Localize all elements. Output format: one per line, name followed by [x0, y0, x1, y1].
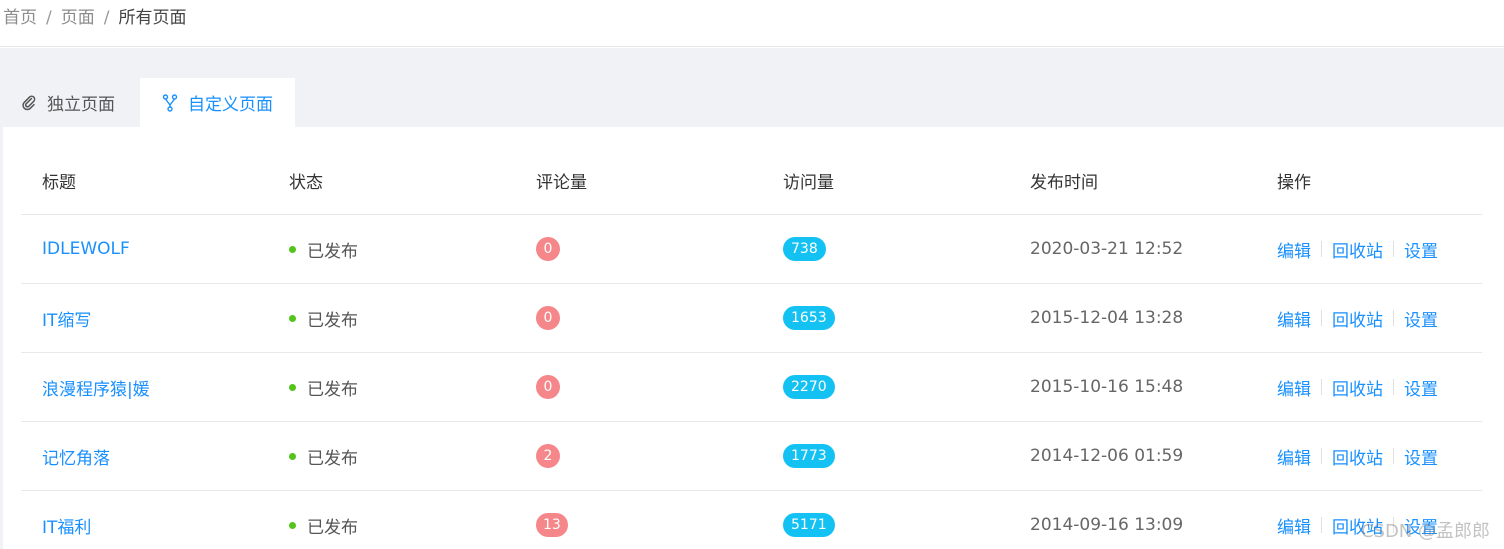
action-divider [1321, 310, 1322, 326]
table-row: 浪漫程序猿|媛 已发布 0 2270 2015-10-16 15:48 编辑 回收… [21, 353, 1482, 422]
comment-count-badge: 2 [536, 444, 560, 468]
edit-link[interactable]: 编辑 [1277, 306, 1311, 331]
tab-custom-pages[interactable]: 自定义页面 [140, 78, 295, 127]
publish-date: 2014-09-16 13:09 [1030, 515, 1184, 535]
table-row: IDLEWOLF 已发布 0 738 2020-03-21 12:52 编辑 回收… [21, 215, 1482, 284]
view-count-badge: 2270 [783, 375, 835, 399]
status-dot [289, 521, 296, 529]
view-count-badge: 5171 [783, 513, 835, 537]
header-publish-time: 发布时间 [1030, 173, 1098, 193]
tab-label: 独立页面 [47, 95, 115, 115]
page-title-link[interactable]: IT缩写 [42, 306, 91, 331]
action-divider [1393, 310, 1394, 326]
watermark: CSDN @孟郎郎 [1360, 521, 1490, 542]
table-row: 记忆角落 已发布 2 1773 2014-12-06 01:59 编辑 回收站 设置 [21, 422, 1482, 491]
status-text: 已发布 [307, 448, 358, 469]
header-actions: 操作 [1277, 173, 1311, 193]
edit-link[interactable]: 编辑 [1277, 513, 1311, 538]
pages-table: 标题 状态 评论量 访问量 发布时间 操作 IDLEWOLF 已发布 0 738… [21, 147, 1482, 549]
publish-date: 2015-12-04 13:28 [1030, 308, 1184, 328]
header-title: 标题 [42, 173, 76, 193]
paperclip-icon [22, 94, 36, 110]
status-text: 已发布 [307, 517, 358, 538]
page-title-link[interactable]: IT福利 [42, 513, 91, 538]
tab-label: 自定义页面 [188, 95, 273, 115]
status-dot [289, 452, 296, 460]
breadcrumb-current: 所有页面 [118, 8, 187, 28]
header-status: 状态 [289, 173, 323, 193]
recycle-link[interactable]: 回收站 [1332, 444, 1383, 469]
status-dot [289, 383, 296, 391]
tab-standalone-pages[interactable]: 独立页面 [21, 78, 115, 127]
breadcrumb-pages[interactable]: 页面 [61, 8, 95, 28]
breadcrumb-separator: / [46, 8, 52, 28]
page-title-link[interactable]: 浪漫程序猿|媛 [42, 375, 150, 400]
view-count-badge: 1773 [783, 444, 835, 468]
settings-link[interactable]: 设置 [1404, 375, 1438, 400]
status-text: 已发布 [307, 310, 358, 331]
publish-date: 2014-12-06 01:59 [1030, 446, 1184, 466]
action-divider [1393, 448, 1394, 464]
table-row: IT缩写 已发布 0 1653 2015-12-04 13:28 编辑 回收站 设置 [21, 284, 1482, 353]
page-title-link[interactable]: IDLEWOLF [42, 239, 130, 259]
status-dot [289, 245, 296, 253]
comment-count-badge: 0 [536, 306, 560, 330]
tab-bar: 独立页面 自定义页面 [3, 78, 1504, 127]
status-dot [289, 314, 296, 322]
action-divider [1321, 379, 1322, 395]
view-count-badge: 1653 [783, 306, 835, 330]
comment-count-badge: 0 [536, 237, 560, 261]
edit-link[interactable]: 编辑 [1277, 444, 1311, 469]
comment-count-badge: 0 [536, 375, 560, 399]
status-text: 已发布 [307, 241, 358, 262]
recycle-link[interactable]: 回收站 [1332, 375, 1383, 400]
publish-date: 2015-10-16 15:48 [1030, 377, 1184, 397]
header-views: 访问量 [783, 173, 834, 193]
publish-date: 2020-03-21 12:52 [1030, 239, 1184, 259]
branch-icon [162, 93, 178, 112]
action-divider [1321, 448, 1322, 464]
action-divider [1393, 241, 1394, 257]
recycle-link[interactable]: 回收站 [1332, 306, 1383, 331]
settings-link[interactable]: 设置 [1404, 306, 1438, 331]
page-title-link[interactable]: 记忆角落 [42, 444, 110, 469]
table-row: IT福利 已发布 13 5171 2014-09-16 13:09 编辑 回收站设… [21, 491, 1482, 549]
status-text: 已发布 [307, 379, 358, 400]
settings-link[interactable]: 设置 [1404, 444, 1438, 469]
breadcrumb-home[interactable]: 首页 [3, 8, 37, 28]
table-header: 标题 状态 评论量 访问量 发布时间 操作 [21, 147, 1482, 215]
view-count-badge: 738 [783, 237, 826, 261]
edit-link[interactable]: 编辑 [1277, 375, 1311, 400]
action-divider [1393, 379, 1394, 395]
recycle-link[interactable]: 回收站 [1332, 237, 1383, 262]
breadcrumb-separator: / [103, 8, 110, 28]
breadcrumb: 首页 / 页面 / 所有页面 [0, 0, 1504, 47]
action-divider [1321, 517, 1322, 533]
comment-count-badge: 13 [536, 513, 568, 537]
edit-link[interactable]: 编辑 [1277, 237, 1311, 262]
pages-card: 独立页面 自定义页面 标题 状态 评论量 访问量 发布时间 操作 IDLEWOL… [3, 78, 1504, 549]
settings-link[interactable]: 设置 [1404, 237, 1438, 262]
header-comments: 评论量 [536, 173, 587, 193]
action-divider [1321, 241, 1322, 257]
